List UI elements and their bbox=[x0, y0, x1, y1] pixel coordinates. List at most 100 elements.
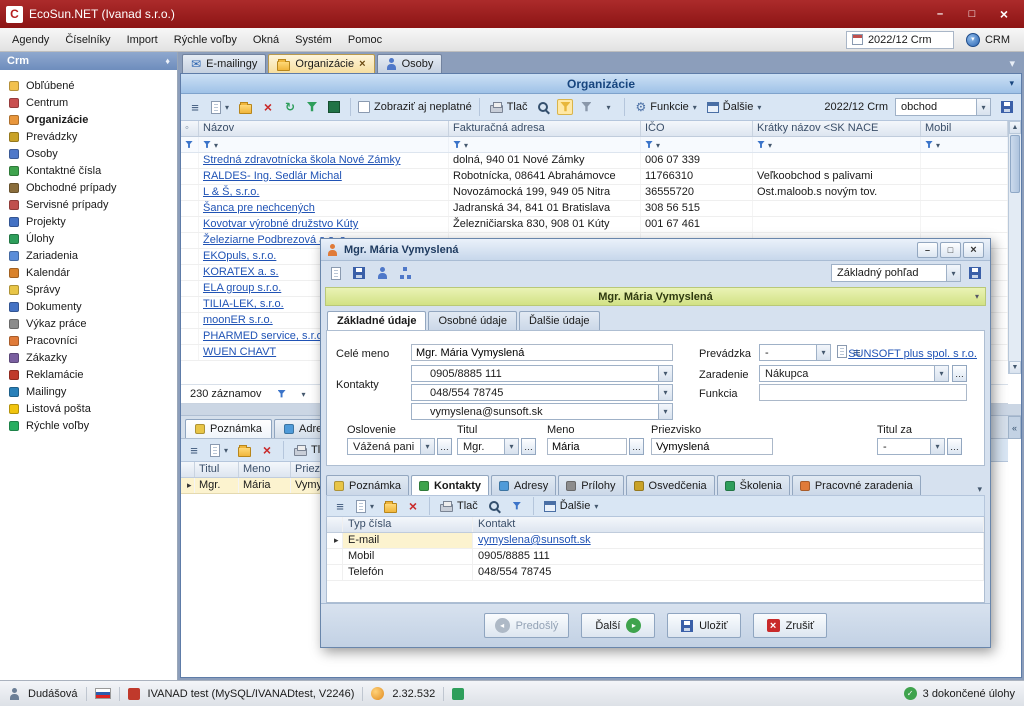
organization-name-link[interactable]: KORATEX a. s. bbox=[203, 266, 279, 278]
organization-name-link[interactable]: L & Š, s.r.o. bbox=[203, 186, 259, 198]
delete-record-button[interactable] bbox=[258, 440, 276, 460]
add-person-button[interactable] bbox=[373, 263, 391, 283]
menu-icon[interactable] bbox=[331, 496, 349, 516]
sidebar-item[interactable]: Projekty bbox=[0, 213, 177, 230]
detail-tab[interactable]: Pracovné zaradenia bbox=[792, 475, 921, 495]
contact-value[interactable]: 048/554 78745 bbox=[478, 566, 551, 578]
table-row[interactable]: RALDES- Ing. Sedlár Michal Robotnícka, 0… bbox=[181, 169, 1008, 185]
more-button[interactable]: Ďalšie bbox=[704, 97, 765, 117]
role-ellipsis-button[interactable] bbox=[952, 365, 967, 382]
role-combo[interactable]: Nákupca bbox=[759, 365, 949, 382]
sidebar-item[interactable]: Dokumenty bbox=[0, 298, 177, 315]
menu-item[interactable]: Systém bbox=[287, 31, 340, 49]
contact-row[interactable]: E-mail vymyslena@sunsoft.sk bbox=[327, 533, 984, 549]
title-after-ellipsis-button[interactable] bbox=[947, 438, 962, 455]
tab-emailings[interactable]: E-mailingy bbox=[182, 54, 266, 73]
table-row[interactable]: Kovotvar výrobné družstvo Kúty Železniči… bbox=[181, 217, 1008, 233]
menu-item[interactable]: Import bbox=[119, 31, 166, 49]
refresh-button[interactable] bbox=[281, 97, 299, 117]
organization-name-link[interactable]: Kovotvar výrobné družstvo Kúty bbox=[203, 218, 358, 230]
filter-dropdown-icon[interactable] bbox=[302, 388, 306, 400]
detail-tab[interactable]: Poznámka bbox=[185, 419, 272, 438]
dialog-maximize-button[interactable] bbox=[940, 242, 961, 258]
sidebar-item[interactable]: Kontaktné čísla bbox=[0, 162, 177, 179]
view-combo[interactable]: Základný pohľad bbox=[831, 264, 961, 282]
table-row[interactable]: Stredná zdravotnícka škola Nové Zámky do… bbox=[181, 153, 1008, 169]
sidebar-item[interactable]: Obľúbené bbox=[0, 77, 177, 94]
period-selector[interactable]: 2022/12 Crm bbox=[846, 31, 954, 49]
minimize-button[interactable] bbox=[926, 4, 954, 24]
new-record-button[interactable] bbox=[208, 97, 232, 117]
sidebar-item[interactable]: Obchodné prípady bbox=[0, 179, 177, 196]
dialog-close-button[interactable] bbox=[963, 242, 984, 258]
new-record-button[interactable] bbox=[353, 496, 377, 516]
menu-item[interactable]: Rýchle voľby bbox=[166, 31, 245, 49]
scroll-down-icon[interactable] bbox=[1009, 361, 1021, 374]
table-row[interactable]: L & Š, s.r.o. Novozámocká 199, 949 05 Ni… bbox=[181, 185, 1008, 201]
detail-tab[interactable]: Poznámka bbox=[326, 475, 409, 495]
filter-button[interactable] bbox=[508, 496, 526, 516]
sidebar-item[interactable]: Kalendár bbox=[0, 264, 177, 281]
title-after-combo[interactable]: - bbox=[877, 438, 945, 455]
tab-persons[interactable]: Osoby bbox=[377, 54, 443, 73]
column-header[interactable]: IČO bbox=[641, 121, 753, 136]
search-button[interactable] bbox=[485, 496, 504, 516]
pin-icon[interactable] bbox=[165, 55, 170, 67]
sidebar-item[interactable]: Organizácie bbox=[0, 111, 177, 128]
full-name-input[interactable] bbox=[411, 344, 673, 361]
menu-item[interactable]: Agendy bbox=[4, 31, 57, 49]
save-view-button[interactable] bbox=[998, 97, 1016, 117]
function-input[interactable] bbox=[759, 384, 967, 401]
column-header[interactable]: Mobil bbox=[921, 121, 1008, 136]
save-button[interactable]: Uložiť bbox=[667, 613, 741, 638]
organization-name-link[interactable]: moonER s.r.o. bbox=[203, 314, 273, 326]
organization-name-link[interactable]: ELA group s.r.o. bbox=[203, 282, 281, 294]
firstname-input[interactable] bbox=[547, 438, 627, 455]
active-filter-button[interactable] bbox=[557, 99, 573, 115]
dialog-tab[interactable]: Osobné údaje bbox=[428, 311, 517, 330]
column-header[interactable]: Kontakt bbox=[473, 517, 984, 532]
scroll-up-icon[interactable] bbox=[1009, 121, 1021, 134]
dialog-tab[interactable]: Základné údaje bbox=[327, 311, 426, 330]
save-button[interactable] bbox=[350, 263, 368, 283]
delete-record-button[interactable] bbox=[259, 97, 277, 117]
filter-cell[interactable] bbox=[753, 137, 921, 152]
show-invalid-checkbox[interactable] bbox=[358, 101, 370, 113]
contact-mobile-combo[interactable]: 0905/8885 111 bbox=[411, 365, 673, 382]
column-header[interactable]: Názov bbox=[199, 121, 449, 136]
crm-module-button[interactable]: CRM bbox=[962, 31, 1014, 49]
panel-menu-icon[interactable] bbox=[1009, 78, 1014, 89]
banner-dropdown-icon[interactable] bbox=[975, 292, 979, 301]
print-button[interactable]: Tlač bbox=[437, 496, 481, 516]
maximize-button[interactable] bbox=[958, 4, 986, 24]
sidebar-item[interactable]: Reklamácie bbox=[0, 366, 177, 383]
organization-name-link[interactable]: EKOpuls, s.r.o. bbox=[203, 250, 276, 262]
new-record-button[interactable] bbox=[207, 440, 231, 460]
dialog-minimize-button[interactable] bbox=[917, 242, 938, 258]
detail-tab[interactable]: Osvedčenia bbox=[626, 475, 715, 495]
contact-phone-combo[interactable]: 048/554 78745 bbox=[411, 384, 673, 401]
sidebar-item[interactable]: Servisné prípady bbox=[0, 196, 177, 213]
previous-button[interactable]: Predošlý bbox=[484, 613, 570, 638]
filter-cell[interactable] bbox=[449, 137, 641, 152]
detail-tab[interactable]: Adresy bbox=[491, 475, 556, 495]
column-header[interactable]: Krátky názov <SK NACE bbox=[753, 121, 921, 136]
tab-organizations[interactable]: Organizácie bbox=[268, 54, 374, 73]
filter-icon[interactable] bbox=[278, 390, 286, 398]
menu-item[interactable]: Pomoc bbox=[340, 31, 390, 49]
organization-name-link[interactable]: PHARMED service, s.r.o. bbox=[203, 330, 326, 342]
salutation-combo[interactable]: Vážená pani bbox=[347, 438, 435, 455]
edit-filter-button[interactable] bbox=[577, 97, 595, 117]
more-button[interactable]: Ďalšie bbox=[541, 496, 602, 516]
delete-record-button[interactable] bbox=[404, 496, 422, 516]
contact-value[interactable]: 0905/8885 111 bbox=[478, 550, 550, 562]
branch-combo[interactable]: - bbox=[759, 344, 831, 361]
export-excel-button[interactable] bbox=[325, 97, 343, 117]
filter-cell[interactable] bbox=[641, 137, 753, 152]
column-header[interactable]: Fakturačná adresa bbox=[449, 121, 641, 136]
firstname-ellipsis-button[interactable] bbox=[629, 438, 644, 455]
open-record-button[interactable] bbox=[381, 496, 400, 516]
sidebar-item[interactable]: Rýchle voľby bbox=[0, 417, 177, 434]
organization-name-link[interactable]: Šanca pre nechcených bbox=[203, 202, 315, 214]
column-header[interactable]: Titul bbox=[195, 462, 239, 477]
